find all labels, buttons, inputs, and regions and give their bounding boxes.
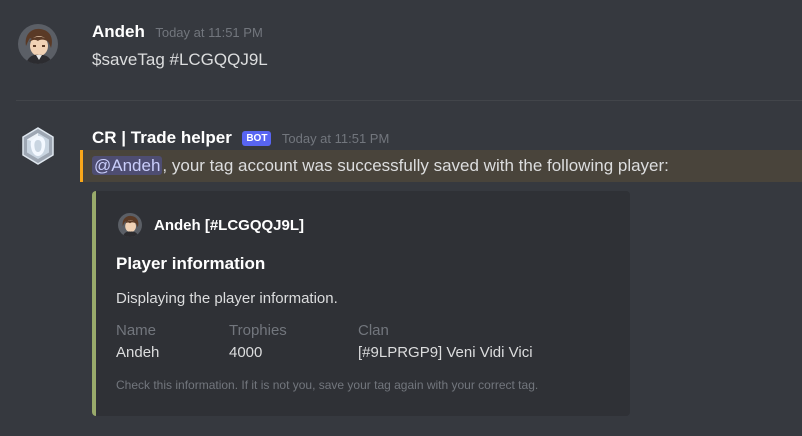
message-content: $saveTag #LCGQQJ9L xyxy=(92,50,268,69)
bot-tag-badge: BOT xyxy=(242,131,272,146)
username[interactable]: Andeh xyxy=(92,22,145,41)
message-timestamp: Today at 11:51 PM xyxy=(281,131,390,146)
field-value: 4000 xyxy=(229,344,263,361)
embed: Andeh [#LCGQQJ9L] Player information Dis… xyxy=(92,191,630,416)
field-label: Name xyxy=(116,322,157,339)
user-avatar-icon[interactable] xyxy=(18,24,58,64)
embed-field-name: Name Andeh xyxy=(116,322,159,361)
embed-description: Displaying the player information. xyxy=(116,290,338,307)
message-content: @Andeh, your tag account was successfull… xyxy=(92,156,669,176)
field-value: [#9LPRGP9] Veni Vidi Vici xyxy=(358,344,533,361)
field-label: Clan xyxy=(358,322,389,339)
bot-avatar-icon[interactable] xyxy=(18,126,58,166)
field-label: Trophies xyxy=(229,322,287,339)
embed-field-clan: Clan [#9LPRGP9] Veni Vidi Vici xyxy=(358,322,533,361)
user-mention[interactable]: @Andeh xyxy=(92,156,163,175)
embed-author-name: Andeh [#LCGQQJ9L] xyxy=(154,216,305,234)
embed-footer: Check this information. If it is not you… xyxy=(116,378,539,392)
message-group-1: Andeh Today at 11:51 PM $saveTag #LCGQQJ… xyxy=(0,0,802,100)
embed-field-trophies: Trophies 4000 xyxy=(229,322,287,361)
bot-username[interactable]: CR | Trade helper xyxy=(92,128,232,147)
message-timestamp: Today at 11:51 PM xyxy=(155,25,263,40)
embed-title: Player information xyxy=(116,254,266,273)
embed-author: Andeh [#LCGQQJ9L] xyxy=(118,213,304,237)
message-text: , your tag account was successfully save… xyxy=(162,156,669,175)
embed-author-avatar-icon xyxy=(118,213,142,237)
field-value: Andeh xyxy=(116,344,160,361)
